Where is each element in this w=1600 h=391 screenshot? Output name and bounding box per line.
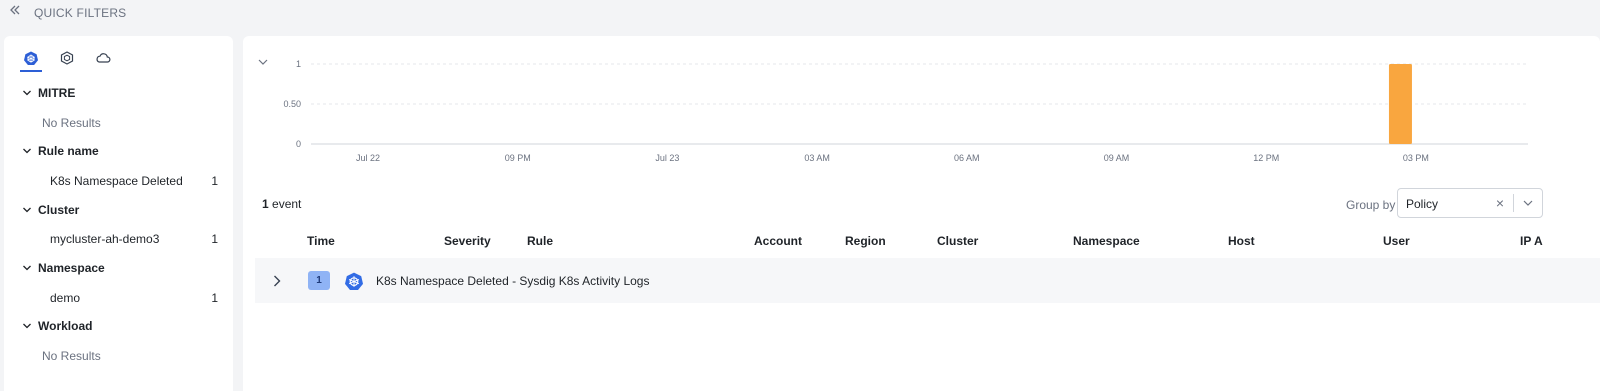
column-header-rule[interactable]: Rule — [527, 234, 553, 248]
column-header-account[interactable]: Account — [754, 234, 802, 248]
chevron-down-icon[interactable] — [1522, 198, 1534, 208]
kubernetes-icon — [345, 272, 363, 290]
mitre-section-title: MITRE — [38, 86, 76, 100]
event-count-number: 1 — [262, 197, 269, 211]
column-header-severity[interactable]: Severity — [444, 234, 491, 248]
y-tick-label: 0 — [296, 139, 301, 149]
rule-name-section-title: Rule name — [38, 144, 99, 158]
chevron-down-icon — [23, 323, 31, 329]
double-chevron-left-icon[interactable] — [8, 3, 24, 21]
mitre-section-header[interactable]: MITRE — [22, 86, 75, 100]
column-header-ip-address[interactable]: IP A — [1520, 234, 1543, 248]
cloud-icon[interactable] — [92, 48, 114, 72]
x-tick-label: 06 AM — [954, 153, 980, 163]
group-by-select[interactable]: Policy × — [1397, 188, 1543, 218]
chevron-down-icon — [23, 90, 31, 96]
y-tick-label: 0.50 — [283, 99, 301, 109]
workload-section-header[interactable]: Workload — [22, 319, 92, 333]
namespace-section-header[interactable]: Namespace — [22, 261, 105, 275]
x-tick-label: Jul 23 — [655, 153, 679, 163]
x-tick-label: 03 PM — [1403, 153, 1429, 163]
column-header-time[interactable]: Time — [307, 234, 335, 248]
x-tick-label: 09 PM — [505, 153, 531, 163]
filter-item-label: K8s Namespace Deleted — [50, 174, 183, 188]
rule-name[interactable]: K8s Namespace Deleted - Sysdig K8s Activ… — [376, 274, 649, 288]
clear-icon[interactable]: × — [1493, 195, 1507, 211]
chevron-down-icon — [23, 207, 31, 213]
hexagon-icon[interactable] — [56, 48, 78, 72]
cluster-filter-item[interactable]: mycluster-ah-demo3 1 — [50, 232, 218, 246]
y-tick-label: 1 — [296, 59, 301, 69]
event-histogram-chart: 1 0.50 0 Jul 22 09 PM Jul 23 03 AM 06 AM 09 AM 12… — [283, 59, 1528, 163]
column-header-host[interactable]: Host — [1228, 234, 1255, 248]
x-tick-label: 03 AM — [804, 153, 830, 163]
column-header-region[interactable]: Region — [845, 234, 886, 248]
rule-name-filter-item[interactable]: K8s Namespace Deleted 1 — [50, 174, 218, 188]
event-count: 1 event — [262, 197, 301, 211]
group-by-label: Group by — [1346, 198, 1396, 212]
quick-filters-title: QUICK FILTERS — [34, 6, 127, 20]
x-tick-label: Jul 22 — [356, 153, 380, 163]
table-row[interactable]: 1 K8s Namespace Deleted - Sysdig K8s Act… — [255, 258, 1600, 303]
cluster-section-header[interactable]: Cluster — [22, 203, 79, 217]
filter-item-label: demo — [50, 291, 81, 305]
filter-item-count: 1 — [211, 291, 218, 305]
event-count-label: event — [272, 197, 302, 211]
events-panel: 1 0.50 0 Jul 22 09 PM Jul 23 03 AM 06 AM 09 AM 12… — [243, 36, 1600, 391]
chevron-down-icon — [23, 265, 31, 271]
select-divider — [1513, 194, 1514, 212]
cluster-section-title: Cluster — [38, 203, 80, 217]
filter-item-label: mycluster-ah-demo3 — [50, 232, 160, 246]
filter-tabs — [20, 48, 114, 72]
column-header-cluster[interactable]: Cluster — [937, 234, 978, 248]
kubernetes-icon[interactable] — [20, 48, 42, 72]
workload-empty-text: No Results — [42, 349, 101, 363]
rule-name-section-header[interactable]: Rule name — [22, 144, 99, 158]
x-tick-label: 12 PM — [1253, 153, 1279, 163]
namespace-filter-item[interactable]: demo 1 — [50, 291, 218, 305]
quick-filters-bar: QUICK FILTERS — [0, 0, 1600, 26]
x-tick-label: 09 AM — [1104, 153, 1130, 163]
chevron-down-icon — [23, 148, 31, 154]
filter-item-count: 1 — [211, 232, 218, 246]
chart-bar[interactable] — [1388, 64, 1412, 144]
group-by-value: Policy — [1406, 197, 1439, 211]
namespace-section-title: Namespace — [38, 261, 105, 275]
column-header-namespace[interactable]: Namespace — [1073, 234, 1140, 248]
mitre-empty-text: No Results — [42, 116, 101, 130]
workload-section-title: Workload — [38, 319, 93, 333]
severity-badge: 1 — [308, 271, 330, 290]
filter-item-count: 1 — [211, 174, 218, 188]
table-header: Time Severity Rule Account Region Cluste… — [243, 230, 1600, 252]
chevron-right-icon[interactable] — [272, 274, 282, 288]
filter-panel: MITRE No Results Rule name K8s Namespace… — [4, 36, 233, 391]
column-header-user[interactable]: User — [1383, 234, 1410, 248]
